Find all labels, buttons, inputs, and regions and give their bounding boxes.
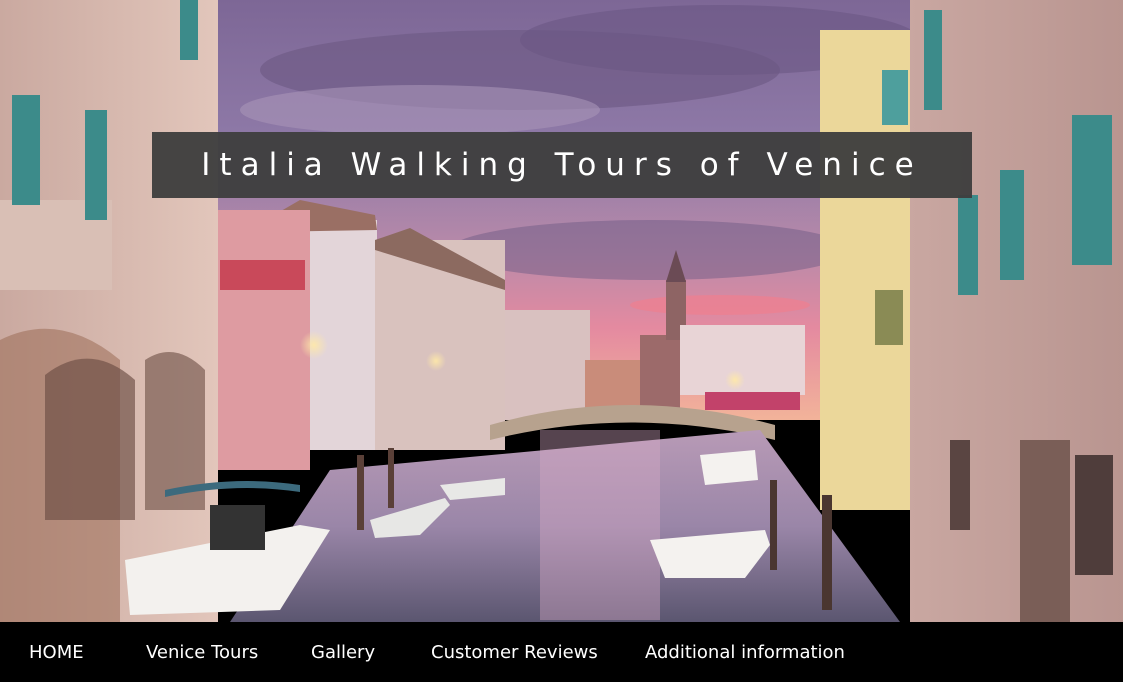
page: Italia Walking Tours of Venice HOME Veni… — [0, 0, 1123, 682]
nav-additional-information[interactable]: Additional information — [645, 641, 845, 665]
nav-gallery[interactable]: Gallery — [311, 641, 375, 665]
hero-image — [0, 0, 1123, 622]
site-title: Italia Walking Tours of Venice — [201, 147, 923, 183]
nav-venice-tours[interactable]: Venice Tours — [146, 641, 258, 665]
nav-home[interactable]: HOME — [29, 641, 84, 665]
nav-customer-reviews[interactable]: Customer Reviews — [431, 641, 598, 665]
site-title-banner: Italia Walking Tours of Venice — [152, 132, 972, 198]
main-navigation: HOME Venice Tours Gallery Customer Revie… — [0, 622, 1123, 682]
